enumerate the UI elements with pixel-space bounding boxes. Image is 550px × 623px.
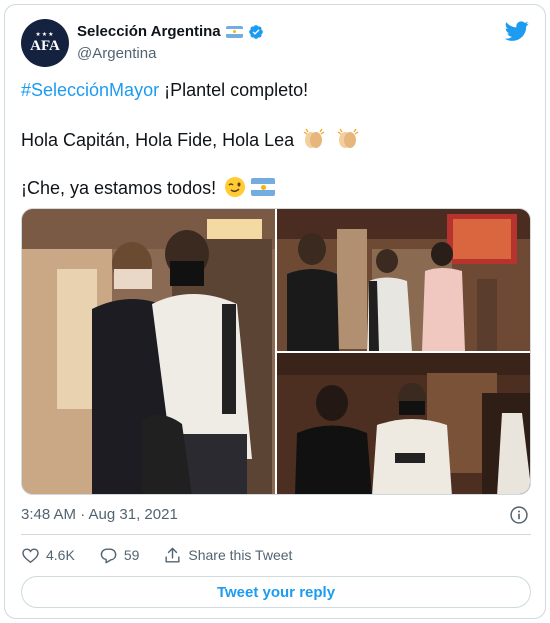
like-count: 4.6K (46, 547, 75, 563)
divider (21, 534, 531, 535)
argentina-flag-icon (251, 178, 276, 196)
avatar-logo-text: AFA (30, 37, 60, 54)
reply-icon (100, 547, 117, 563)
author-name-row[interactable]: Selección Argentina (77, 23, 264, 40)
media-grid (21, 208, 531, 495)
tweet-text-2: Hola Capitán, Hola Fide, Hola Lea (21, 130, 295, 150)
argentina-flag-icon (225, 25, 243, 38)
tweet-text-3: ¡Che, ya estamos todos! (21, 178, 217, 198)
tweet-timestamp[interactable]: 3:48 AM · Aug 31, 2021 (21, 506, 178, 523)
tweet-your-reply-button[interactable]: Tweet your reply (21, 576, 531, 608)
author-display-name[interactable]: Selección Argentina (77, 23, 221, 40)
avatar[interactable]: ★★★ AFA (21, 19, 69, 67)
clapping-hands-icon (303, 128, 325, 148)
tweet-text-line-1: #SelecciónMayor ¡Plantel completo! (21, 80, 308, 101)
winking-face-icon (225, 177, 246, 197)
share-label: Share this Tweet (188, 547, 293, 563)
verified-badge-icon (248, 24, 263, 39)
photo-3[interactable] (277, 353, 530, 494)
clapping-hands-icon (337, 128, 359, 148)
author-handle[interactable]: @Argentina (77, 45, 156, 62)
like-button[interactable]: 4.6K (21, 546, 75, 565)
photo-1[interactable] (22, 209, 275, 494)
tweet-text-line-2: Hola Capitán, Hola Fide, Hola Lea (21, 128, 362, 151)
hashtag-link[interactable]: #SelecciónMayor (21, 80, 159, 100)
info-icon[interactable] (509, 505, 529, 525)
tweet-text-line-3: ¡Che, ya estamos todos! (21, 176, 276, 199)
tweet-card: ★★★ AFA Selección Argentina @Argentina #… (4, 4, 546, 619)
tweet-actions: 4.6K 59 Share this Tweet (21, 544, 316, 566)
reply-button[interactable]: 59 (99, 546, 140, 565)
twitter-bird-icon[interactable] (505, 19, 529, 43)
reply-count: 59 (123, 547, 140, 563)
share-button[interactable]: Share this Tweet (163, 546, 292, 565)
heart-icon (22, 547, 39, 563)
tweet-text-1: ¡Plantel completo! (159, 80, 309, 100)
share-icon (165, 547, 180, 563)
photo-2[interactable] (277, 209, 530, 351)
